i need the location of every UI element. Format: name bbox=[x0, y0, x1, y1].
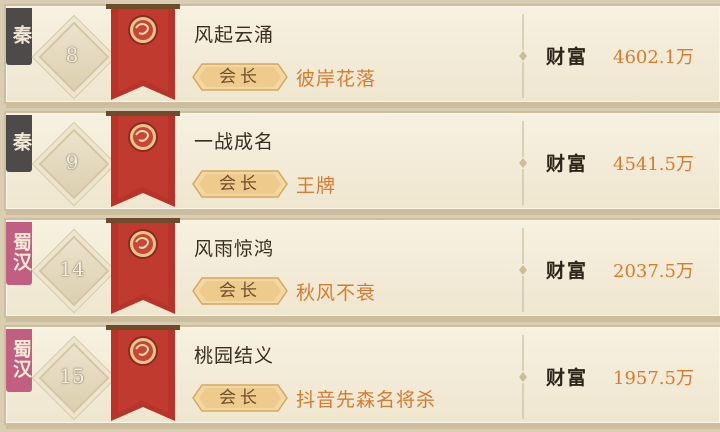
wealth-value: 4541.5万 bbox=[613, 154, 694, 175]
wealth-label: 财富 bbox=[546, 153, 589, 175]
faction-tag: 蜀汉 bbox=[6, 222, 32, 285]
wealth-value: 4602.1万 bbox=[613, 47, 694, 68]
rank-number: 14 bbox=[59, 257, 85, 281]
guild-row[interactable]: 秦 8 风起云涌 会长 彼岸花落 财富 4602.1万 bbox=[4, 4, 720, 108]
guild-name: 桃园结义 bbox=[194, 345, 275, 367]
rank-badge: 8 bbox=[38, 21, 110, 93]
wealth-value: 2037.5万 bbox=[613, 261, 694, 282]
faction-tag: 秦 bbox=[6, 8, 32, 65]
guild-row[interactable]: 蜀汉 15 桃园结义 会长 抖音先森名将杀 财富 1957.5万 bbox=[4, 325, 720, 429]
leader-name: 王牌 bbox=[296, 175, 337, 197]
guild-row[interactable]: 蜀汉 14 风雨惊鸿 会长 秋风不衰 财富 2037.5万 bbox=[4, 218, 720, 322]
dragon-banner-icon bbox=[106, 325, 180, 421]
leader-role-badge: 会长 bbox=[192, 276, 288, 306]
separator-icon bbox=[519, 228, 527, 312]
leader-name: 抖音先森名将杀 bbox=[296, 389, 437, 411]
dragon-banner-icon bbox=[106, 4, 180, 100]
rank-number: 8 bbox=[65, 43, 79, 67]
leader-role-badge: 会长 bbox=[192, 383, 288, 413]
dragon-banner-icon bbox=[106, 111, 180, 207]
role-label: 会长 bbox=[219, 174, 261, 194]
leader-role-badge: 会长 bbox=[192, 62, 288, 92]
rank-number: 9 bbox=[65, 150, 79, 174]
dragon-banner-icon bbox=[106, 218, 180, 314]
rank-badge: 14 bbox=[38, 235, 110, 307]
wealth-label: 财富 bbox=[546, 46, 589, 68]
leader-name: 秋风不衰 bbox=[296, 282, 377, 304]
wealth-label: 财富 bbox=[546, 260, 589, 282]
role-label: 会长 bbox=[219, 388, 261, 408]
rank-badge: 15 bbox=[38, 342, 110, 414]
role-label: 会长 bbox=[219, 281, 261, 301]
leader-name: 彼岸花落 bbox=[296, 68, 377, 90]
separator-icon bbox=[519, 121, 527, 205]
guild-name: 风雨惊鸿 bbox=[194, 238, 275, 260]
rank-number: 15 bbox=[59, 364, 85, 388]
guild-ranking-list: 秦 8 风起云涌 会长 彼岸花落 财富 4602.1万 秦 9 一战成名 会长 … bbox=[0, 0, 720, 432]
leader-role-badge: 会长 bbox=[192, 169, 288, 199]
guild-row[interactable]: 秦 9 一战成名 会长 王牌 财富 4541.5万 bbox=[4, 111, 720, 215]
separator-icon bbox=[519, 335, 527, 419]
guild-name: 一战成名 bbox=[194, 131, 275, 153]
rank-badge: 9 bbox=[38, 128, 110, 200]
role-label: 会长 bbox=[219, 67, 261, 87]
wealth-value: 1957.5万 bbox=[613, 368, 694, 389]
guild-name: 风起云涌 bbox=[194, 24, 275, 46]
faction-tag: 蜀汉 bbox=[6, 329, 32, 392]
faction-tag: 秦 bbox=[6, 115, 32, 172]
separator-icon bbox=[519, 14, 527, 98]
wealth-label: 财富 bbox=[546, 367, 589, 389]
